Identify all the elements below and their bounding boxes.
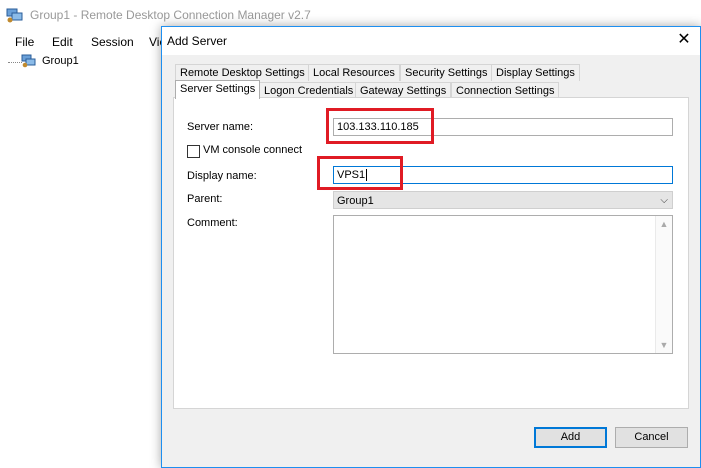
vm-console-label: VM console connect [203,144,303,156]
menu-session[interactable]: Session [91,35,134,49]
tab-server-settings[interactable]: Server Settings [175,80,261,99]
tree-connector-line [8,62,22,63]
tab-display-settings[interactable]: Display Settings [491,64,580,81]
display-name-value: VPS1 [337,169,366,181]
group-icon [21,54,36,68]
chevron-down-icon: ⌵ [660,195,668,206]
text-caret [366,169,368,182]
scroll-up-icon[interactable]: ▲ [656,216,672,232]
add-server-dialog: Add Server ✕ Remote Desktop Settings Loc… [161,26,701,468]
comment-textarea[interactable]: ▲ ▼ [333,215,673,354]
menu-edit[interactable]: Edit [52,35,73,49]
tab-remote-desktop-settings[interactable]: Remote Desktop Settings [175,64,310,81]
tab-local-resources[interactable]: Local Resources [308,64,400,81]
server-settings-panel: Server name: 103.133.110.185 VM console … [173,97,689,409]
cancel-button[interactable]: Cancel [615,427,688,448]
tab-security-settings[interactable]: Security Settings [400,64,493,81]
server-name-value: 103.133.110.185 [337,121,419,133]
scroll-down-icon[interactable]: ▼ [656,337,672,353]
parent-select[interactable]: Group1 ⌵ [333,191,673,209]
comment-scrollbar[interactable]: ▲ ▼ [655,216,672,353]
server-name-input[interactable]: 103.133.110.185 [333,118,673,136]
display-name-label: Display name: [187,170,257,182]
display-name-input[interactable]: VPS1 [333,166,673,184]
rdcman-app-icon [6,8,23,23]
menu-file[interactable]: File [15,35,34,49]
dialog-title: Add Server [167,34,228,48]
main-menubar: File Edit Session Vie [0,32,166,52]
parent-selected-value: Group1 [337,195,374,207]
dialog-titlebar: Add Server ✕ [162,27,700,55]
parent-label: Parent: [187,193,223,205]
comment-label: Comment: [187,217,238,229]
close-icon[interactable]: ✕ [674,30,694,50]
tree-item-group1[interactable]: Group1 [42,55,79,67]
add-button[interactable]: Add [534,427,607,448]
vm-console-checkbox[interactable] [187,145,200,158]
server-name-label: Server name: [187,121,254,133]
